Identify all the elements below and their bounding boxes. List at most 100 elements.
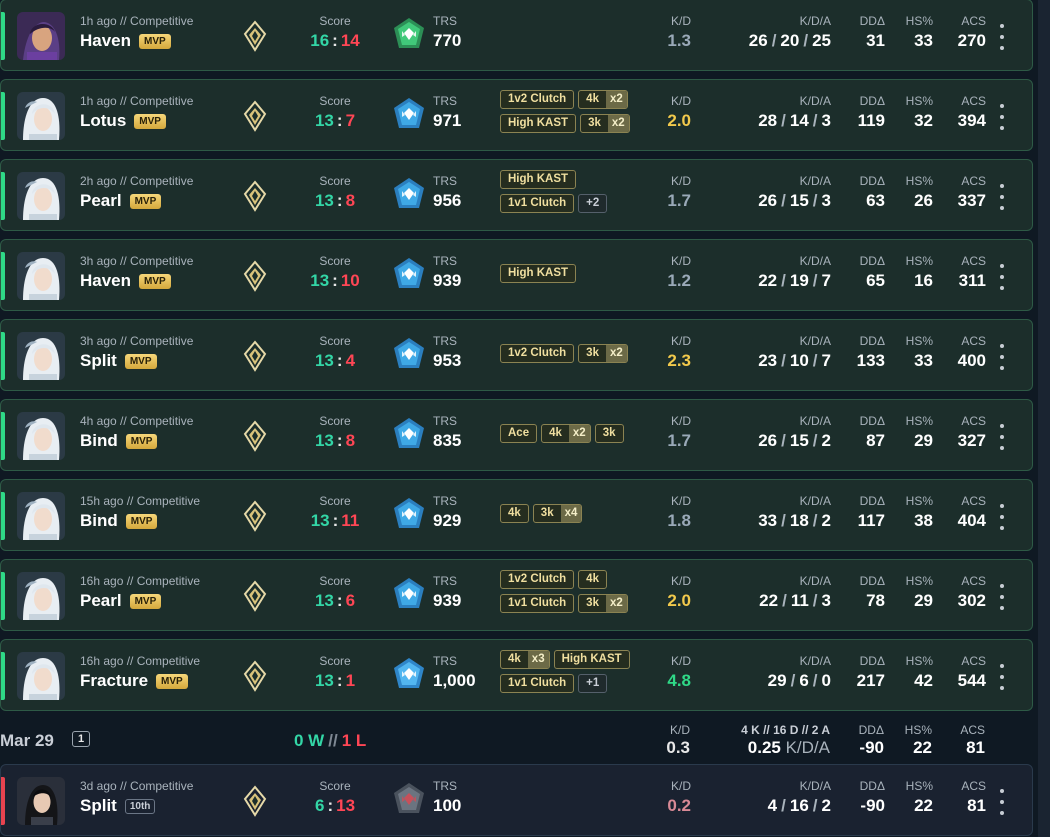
tag-multiplier: x2 [605,91,627,108]
match-row[interactable]: 16h ago // Competitive Fracture MVP Score 13… [0,639,1033,711]
map-label: Bind [80,511,118,530]
more-options-icon[interactable] [996,264,1008,290]
trs-label: TRS [433,414,457,428]
acs-value: 311 [958,271,986,290]
dd-label: DDΔ [859,574,885,588]
match-row[interactable]: 1h ago // Competitive Lotus MVP Score 13:7 TR… [0,79,1033,151]
highlight-tag: 3k x2 [580,114,630,133]
more-options-icon[interactable] [996,584,1008,610]
acs-value: 394 [957,111,986,130]
more-options-icon[interactable] [996,344,1008,370]
day-kda-label: 4 K // 16 D // 2 A [741,723,830,737]
score-separator: : [332,271,338,290]
tag-row: Ace 4k x2 3k [500,424,624,443]
more-options-icon[interactable] [996,184,1008,210]
more-options-icon[interactable] [996,789,1008,815]
match-row[interactable]: 3h ago // Competitive Haven MVP Score 13:10 T… [0,239,1033,311]
kd-label: K/D [670,654,691,668]
score-value: 13:7 [295,111,375,131]
kda-separator: / [812,671,818,690]
acs-value: 544 [957,671,986,690]
more-tags-badge[interactable]: +1 [578,674,608,693]
highlight-tag: 1v2 Clutch [500,90,575,109]
highlight-tag: Ace [500,424,538,443]
match-row[interactable]: 15h ago // Competitive Bind MVP Score 13:11 T… [0,479,1033,551]
hs-value: 33 [914,31,933,50]
kills: 29 [767,671,787,690]
match-row[interactable]: 16h ago // Competitive Pearl MVP Score 13:6 T… [0,559,1033,631]
win-indicator [1,12,5,60]
kda-label: K/D/A [799,254,831,268]
dd-value: 31 [866,31,885,50]
kda-value: 22/19/7 [701,271,831,291]
match-row[interactable]: 3h ago // Competitive Split MVP Score 13:4 TR… [0,319,1033,391]
agent-avatar [17,572,65,620]
win-indicator [1,332,5,380]
score-team: 13 [310,511,330,530]
highlight-tag: 1v2 Clutch [500,344,575,363]
loss-indicator [1,777,5,825]
dd-label: DDΔ [859,654,885,668]
more-options-icon[interactable] [996,664,1008,690]
score-label: Score [319,94,351,108]
trs-value: 1,000 [433,671,476,690]
more-tags-badge[interactable]: +2 [578,194,608,213]
kda-separator: / [790,671,796,690]
acs-value: 270 [957,31,986,50]
match-row[interactable]: 4h ago // Competitive Bind MVP Score 13:8 TRS… [0,399,1033,471]
dd-value: 117 [857,511,885,530]
map-label: Haven [80,31,132,50]
scrollbar-track[interactable] [1038,0,1050,837]
hs-label: HS% [905,414,933,428]
kda-value: 26/20/25 [701,31,831,51]
kills: 26 [748,31,768,50]
tag-text: High KAST [508,173,569,185]
tag-text: +1 [586,677,600,689]
highlight-tags: High KAST 1v1 Clutch +2 [500,170,640,222]
deaths: 20 [780,31,800,50]
score-label: Score [319,654,351,668]
kda-separator: / [812,351,818,370]
tag-row: High KAST [500,264,577,283]
kda-label: K/D/A [799,174,831,188]
kda-label: K/D/A [799,414,831,428]
max-gem-icon [391,656,427,692]
map-label: Haven [80,271,132,290]
kda-value: 29/6/0 [701,671,831,691]
day-match-count: 1 [72,731,91,747]
acs-label: ACS [961,174,986,188]
more-options-icon[interactable] [996,24,1008,50]
kd-label: K/D [670,494,691,508]
tag-row: 1v1 Clutch +1 [500,674,608,693]
match-row[interactable]: 3d ago // Competitive Split 10th Score 6:13 T… [0,764,1033,836]
score-enemy: 14 [340,31,360,50]
rank-icon [239,260,271,292]
tag-text: 1v1 Clutch [508,597,567,609]
day-acs-label: ACS [960,723,985,737]
blue-gem-icon [391,496,427,532]
assists: 7 [821,351,831,370]
agent-avatar [17,92,65,140]
kda-separator: / [812,431,818,450]
mvp-badge: MVP [125,433,158,449]
kd-value: 4.8 [667,671,691,690]
win-indicator [1,92,5,140]
map-name: Split 10th [80,796,156,816]
score-enemy: 13 [336,796,356,815]
kda-separator: / [781,511,786,530]
kda-separator: / [812,591,818,610]
kd-value: 2.3 [667,351,691,370]
score-enemy: 4 [345,351,356,370]
more-options-icon[interactable] [996,104,1008,130]
score-separator: : [327,796,334,815]
score-value: 13:10 [295,271,375,291]
hs-label: HS% [905,654,933,668]
more-options-icon[interactable] [996,504,1008,530]
more-options-icon[interactable] [996,424,1008,450]
tag-text: 3k [540,507,554,519]
blue-gem-icon [391,176,427,212]
match-row[interactable]: 1h ago // Competitive Haven MVP Score 16:14 T… [0,0,1033,71]
match-row[interactable]: 2h ago // Competitive Pearl MVP Score 13:8 TR… [0,159,1033,231]
acs-value: 327 [957,431,986,450]
tag-multiplier: x4 [560,505,582,522]
